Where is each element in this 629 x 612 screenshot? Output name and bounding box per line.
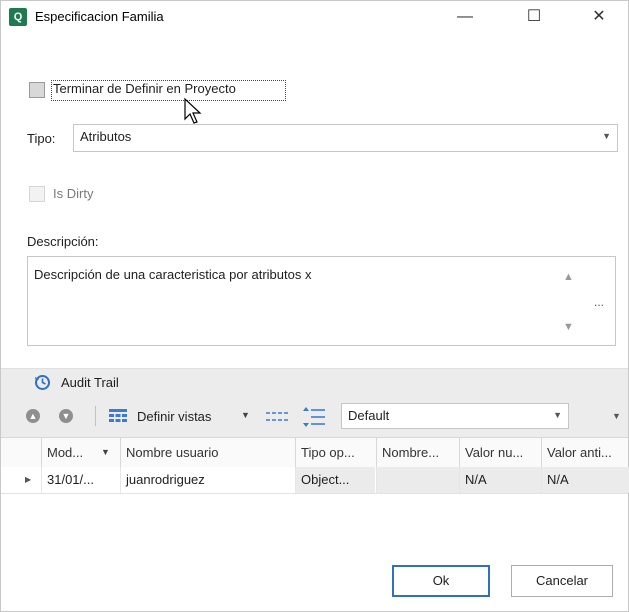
terminar-label[interactable]: Terminar de Definir en Proyecto bbox=[53, 81, 236, 96]
ok-button[interactable]: Ok bbox=[392, 565, 490, 597]
column-header-label: Tipo op... bbox=[301, 445, 355, 460]
column-header-label: Valor anti... bbox=[547, 445, 612, 460]
scroll-down-icon[interactable]: ▼ bbox=[563, 321, 574, 333]
chevron-down-icon: ▼ bbox=[553, 410, 562, 420]
cell-usuario: juanrodriguez bbox=[120, 467, 295, 493]
app-logo-icon: Q bbox=[9, 8, 27, 26]
tipo-select[interactable]: Atributos ▼ bbox=[73, 124, 618, 152]
cell-valor-nuevo: N/A bbox=[459, 467, 542, 493]
maximize-button[interactable]: ☐ bbox=[511, 1, 557, 33]
title-bar[interactable]: Q Especificacion Familia — ☐ ✕ bbox=[1, 1, 628, 33]
scroll-up-icon[interactable]: ▲ bbox=[563, 271, 574, 283]
cancel-button[interactable]: Cancelar bbox=[511, 565, 613, 597]
dialog-window: Q Especificacion Familia — ☐ ✕ Terminar … bbox=[0, 0, 629, 612]
arrow-down-icon[interactable]: ▼ bbox=[59, 409, 73, 423]
tipo-label: Tipo: bbox=[27, 131, 56, 146]
column-header-valor-anterior[interactable]: Valor anti... bbox=[541, 438, 629, 467]
column-header-usuario[interactable]: Nombre usuario bbox=[120, 438, 295, 467]
view-select-value: Default bbox=[348, 408, 390, 423]
cell-tipo: Object... bbox=[295, 467, 375, 493]
descripcion-label: Descripción: bbox=[27, 234, 99, 249]
audit-trail-header[interactable]: Audit Trail bbox=[1, 368, 628, 396]
cell-valor-anterior: N/A bbox=[541, 467, 629, 493]
column-header-label: Nombre... bbox=[382, 445, 440, 460]
grid-view-icon bbox=[109, 409, 127, 422]
table-row[interactable]: ▶ 31/01/... juanrodriguez Object... N/A … bbox=[1, 467, 629, 494]
column-header-label: Nombre usuario bbox=[126, 445, 219, 460]
history-icon bbox=[35, 375, 50, 390]
tipo-value: Atributos bbox=[80, 129, 132, 144]
toolbar-overflow-icon[interactable]: ▼ bbox=[612, 411, 621, 421]
is-dirty-checkbox bbox=[29, 186, 45, 202]
column-header-label: Valor nu... bbox=[465, 445, 524, 460]
sort-desc-icon[interactable]: ▼ bbox=[101, 447, 110, 457]
chevron-down-icon: ▼ bbox=[602, 131, 611, 141]
dropdown-caret-icon[interactable]: ▼ bbox=[241, 410, 250, 420]
window-title: Especificacion Familia bbox=[35, 9, 164, 24]
minimize-button[interactable]: — bbox=[442, 1, 488, 33]
toolbar-separator bbox=[95, 406, 96, 426]
definir-vistas-button[interactable]: Definir vistas bbox=[137, 409, 211, 424]
view-select[interactable]: Default ▼ bbox=[341, 403, 569, 429]
column-header-nombre[interactable]: Nombre... bbox=[376, 438, 459, 467]
collapse-lines-icon[interactable] bbox=[266, 411, 288, 423]
terminar-checkbox[interactable] bbox=[29, 82, 45, 98]
row-expand-icon[interactable]: ▶ bbox=[25, 475, 31, 484]
audit-toolbar: ▲ ▼ Definir vistas ▼ Default ▼ ▼ bbox=[1, 395, 628, 437]
descripcion-memo[interactable]: Descripción de una caracteristica por at… bbox=[27, 256, 616, 346]
is-dirty-label: Is Dirty bbox=[53, 186, 94, 201]
descripcion-text[interactable]: Descripción de una caracteristica por at… bbox=[34, 267, 311, 282]
audit-grid-header: Mod... ▼ Nombre usuario Tipo op... Nombr… bbox=[1, 437, 628, 468]
close-button[interactable]: ✕ bbox=[576, 1, 622, 33]
memo-ellipsis-button[interactable]: ... bbox=[594, 295, 604, 309]
column-header-valor-nuevo[interactable]: Valor nu... bbox=[459, 438, 542, 467]
cell-mod: 31/01/... bbox=[41, 467, 120, 493]
column-header-tipo[interactable]: Tipo op... bbox=[295, 438, 375, 467]
list-settings-icon[interactable] bbox=[303, 407, 325, 427]
arrow-up-icon[interactable]: ▲ bbox=[26, 409, 40, 423]
cell-nombre bbox=[376, 467, 459, 493]
column-header-label: Mod... bbox=[47, 445, 84, 460]
audit-trail-title: Audit Trail bbox=[61, 375, 119, 390]
mouse-cursor-icon bbox=[184, 97, 202, 124]
